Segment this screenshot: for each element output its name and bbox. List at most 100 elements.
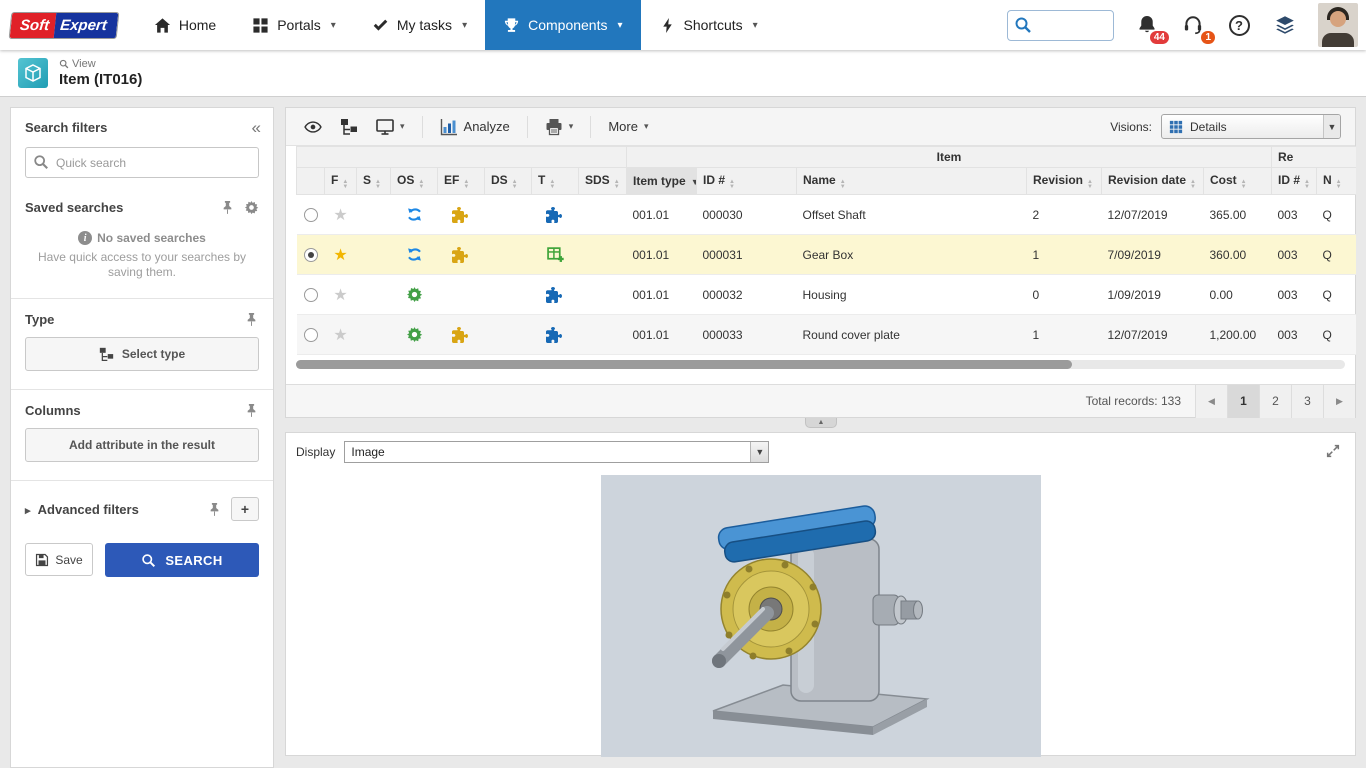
visions-select[interactable]: Details ▼ [1161,114,1341,139]
table-row[interactable]: ★ 001.01 000033 Round cover plate 1 12/0… [297,315,1357,355]
next-page-button[interactable]: ▶ [1323,385,1355,418]
advanced-filters-toggle[interactable]: ▸ Advanced filters [25,502,198,517]
panel-collapse-handle[interactable]: ▲ [805,418,837,428]
cell-ds [485,275,532,315]
topbar-right: 44 1 ? [1007,3,1366,47]
nav-portals[interactable]: Portals ▾ [234,0,354,50]
save-search-button[interactable]: Save [25,543,93,576]
row-select-radio[interactable] [304,248,318,262]
quick-search-input[interactable] [25,147,259,178]
display-select[interactable]: Image ▼ [344,441,769,463]
cell-revision: 1 [1027,315,1102,355]
prev-page-button[interactable]: ◀ [1195,385,1227,418]
column-header-revision[interactable]: Revision▲▼ [1027,168,1102,195]
notifications-button[interactable]: 44 [1134,12,1160,38]
puzzle-icon-blue [546,207,564,223]
gear-icon[interactable] [244,200,259,215]
favorite-star-icon[interactable]: ★ [333,327,347,344]
sort-icon: ▲▼ [375,180,381,190]
sync-icon [406,206,423,223]
select-type-button[interactable]: Select type [25,337,259,371]
page-title: Item (IT016) [59,71,142,88]
sidebar-actions: Save SEARCH [11,543,273,577]
favorite-star-icon[interactable]: ★ [333,247,347,264]
monitor-icon [376,118,394,136]
puzzle-icon-yellow [452,207,470,223]
nav-shortcuts[interactable]: Shortcuts ▾ [641,0,776,50]
expand-panel-button[interactable] [1325,443,1343,461]
pin-icon[interactable] [244,312,259,327]
cell-s [357,315,391,355]
chevron-down-icon: ▾ [644,121,649,132]
add-filter-button[interactable]: + [231,497,259,521]
export-view-button[interactable]: ▾ [368,114,413,140]
columns-title: Columns [25,403,235,418]
pin-icon[interactable] [244,403,259,418]
group-header-row: Item Re [297,147,1357,168]
table-row-selected[interactable]: ★ 001.01 000031 Gear Box 1 7/09/2019 360… [297,235,1357,275]
table-row[interactable]: ★ 001.01 000030 Offset Shaft 2 12/07/201… [297,195,1357,235]
type-section: Type [11,312,273,327]
more-button[interactable]: More ▾ [600,115,656,138]
add-attribute-button[interactable]: Add attribute in the result [25,428,259,462]
help-button[interactable]: ? [1226,12,1252,38]
select-type-label: Select type [122,347,185,361]
cell-id: 000033 [697,315,797,355]
scrollbar-thumb[interactable] [296,360,1072,369]
view-record-button[interactable] [296,114,330,140]
row-select-radio[interactable] [304,328,318,342]
column-header-sds[interactable]: SDS▲▼ [579,168,627,195]
collapse-sidebar-icon[interactable]: « [252,122,259,134]
display-label: Display [296,445,335,459]
nav-my-tasks[interactable]: My tasks ▾ [354,0,485,50]
sort-icon: ▲▼ [512,180,518,190]
favorite-star-icon[interactable]: ★ [333,287,347,304]
row-select-radio[interactable] [304,288,318,302]
bolt-icon [659,17,676,34]
search-label: SEARCH [165,553,222,568]
visions-value: Details [1190,120,1316,134]
nav-home[interactable]: Home [136,0,234,50]
cell-name: Gear Box [797,235,1027,275]
column-header-item-type[interactable]: Item type▼ [627,168,697,195]
structure-button[interactable] [332,114,366,140]
row-select-radio[interactable] [304,208,318,222]
table-horizontal-scrollbar[interactable] [296,360,1345,369]
print-button[interactable]: ▾ [537,114,582,140]
column-header-f[interactable]: F▲▼ [325,168,357,195]
global-search [1007,10,1114,41]
column-header-row: F▲▼ S▲▼ OS▲▼ EF▲▼ DS▲▼ T▲▼ SDS▲▼ Item ty… [297,168,1357,195]
nav-components-label: Components [528,17,607,33]
nav-components[interactable]: Components ▾ [485,0,640,50]
table-row[interactable]: ★ 001.01 000032 Housing 0 1/09/2019 0.00 [297,275,1357,315]
floppy-icon [35,553,49,567]
support-button[interactable]: 1 [1180,12,1206,38]
suite-apps-button[interactable] [1272,12,1298,38]
pin-icon[interactable] [207,502,222,517]
sort-icon: ▲▼ [342,180,348,190]
page-2-button[interactable]: 2 [1259,385,1291,418]
softexpert-logo[interactable]: SoftExpert [9,12,120,39]
search-button[interactable]: SEARCH [105,543,259,577]
favorite-star-icon[interactable]: ★ [333,207,347,224]
cell-item-type: 001.01 [627,275,697,315]
column-header-ds[interactable]: DS▲▼ [485,168,532,195]
column-header-revision-date[interactable]: Revision date▲▼ [1102,168,1204,195]
column-header-s[interactable]: S▲▼ [357,168,391,195]
pin-icon[interactable] [220,200,235,215]
column-header-re-id[interactable]: ID #▲▼ [1272,168,1317,195]
page-1-button[interactable]: 1 [1227,385,1259,418]
chevron-down-icon: ▼ [750,442,768,462]
column-header-ef[interactable]: EF▲▼ [438,168,485,195]
user-avatar[interactable] [1318,3,1358,47]
analyze-button[interactable]: Analyze [432,114,518,140]
column-header-re-n[interactable]: N▲▼ [1317,168,1357,195]
column-header-t[interactable]: T▲▼ [532,168,579,195]
sort-icon: ▲▼ [1304,180,1310,190]
column-header-os[interactable]: OS▲▼ [391,168,438,195]
column-header-name[interactable]: Name▲▼ [797,168,1027,195]
column-header-id[interactable]: ID #▲▼ [697,168,797,195]
page-3-button[interactable]: 3 [1291,385,1323,418]
no-saved-searches-text: No saved searches [97,231,206,245]
column-header-cost[interactable]: Cost▲▼ [1204,168,1272,195]
